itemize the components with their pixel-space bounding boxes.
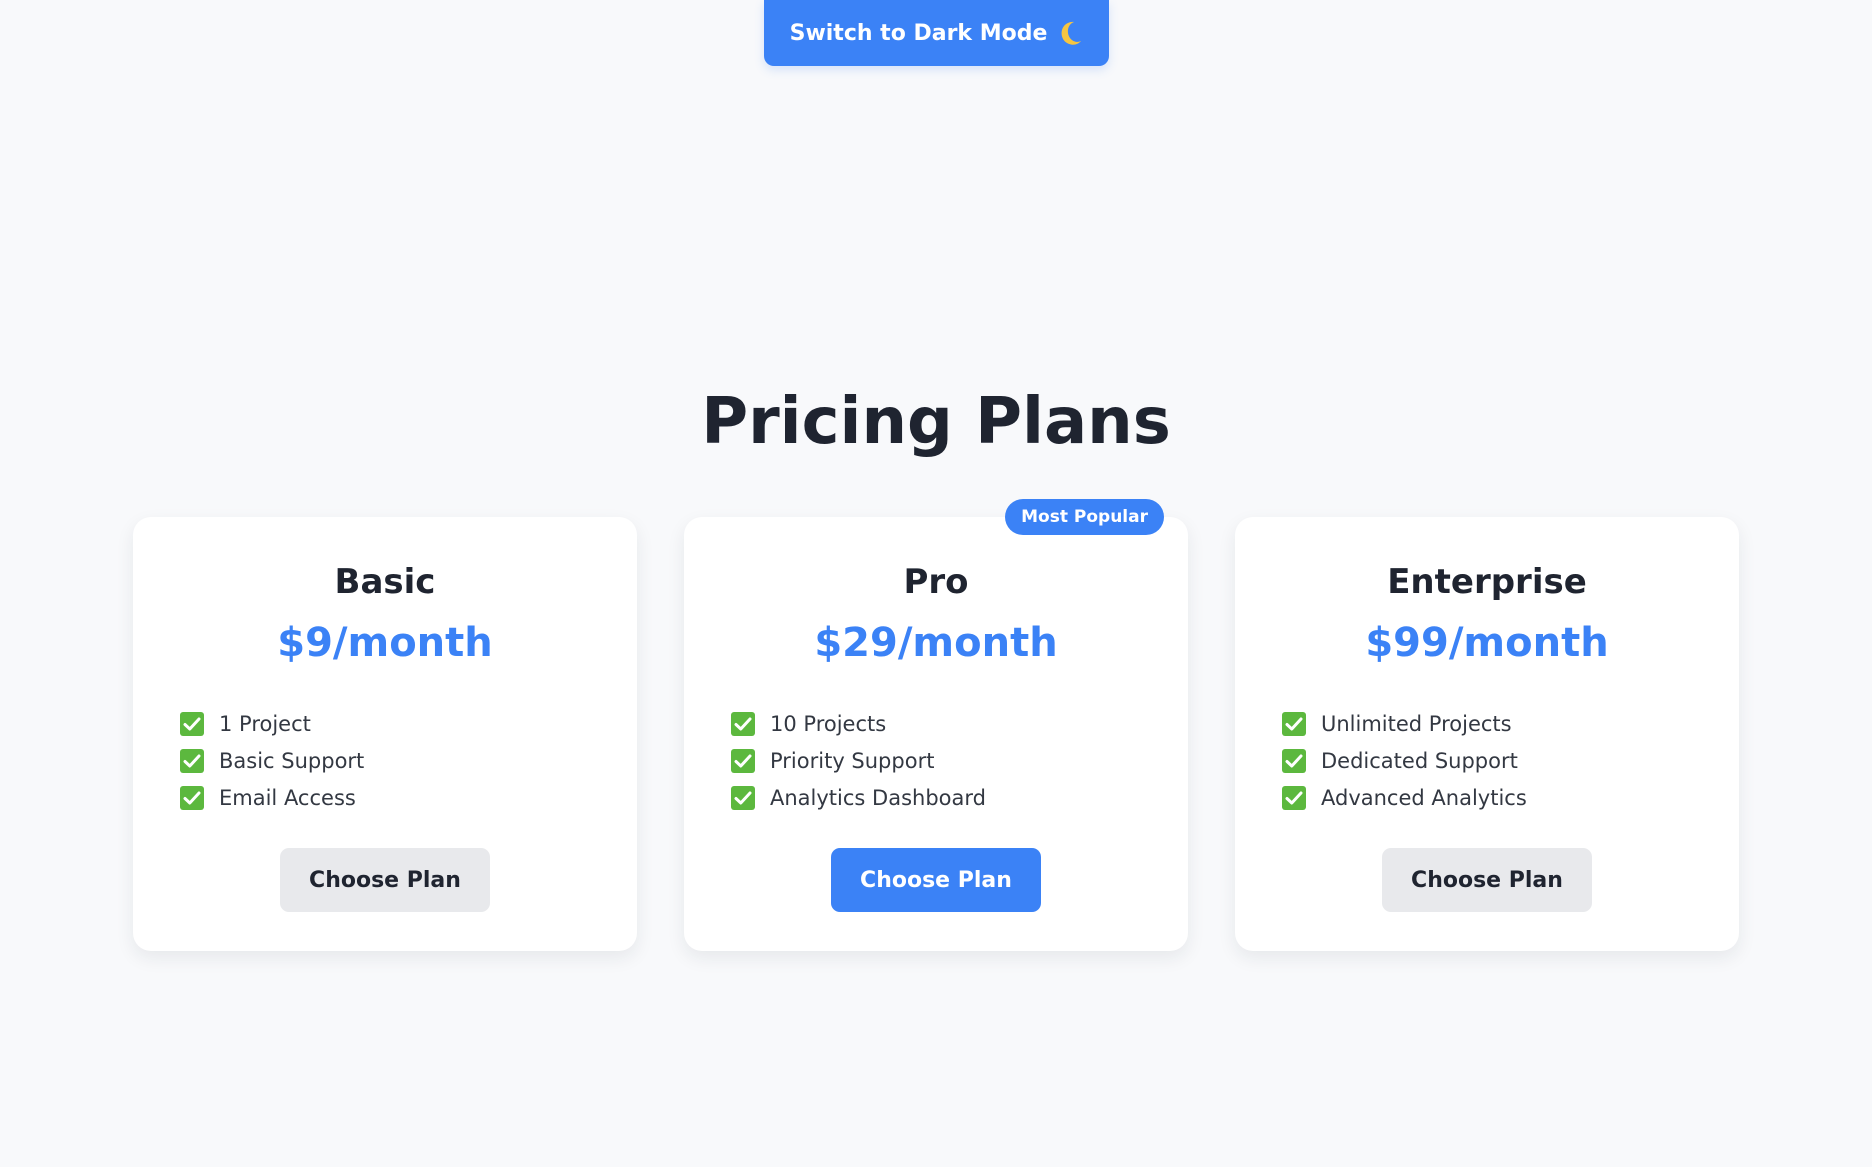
plan-name: Enterprise	[1387, 562, 1587, 602]
feature-list: 10 Projects Priority Support Analytics D…	[731, 705, 1188, 816]
check-icon	[731, 748, 755, 773]
choose-plan-button-basic[interactable]: Choose Plan	[280, 848, 490, 912]
page-title: Pricing Plans	[701, 385, 1171, 459]
feature-item: 10 Projects	[731, 705, 1188, 742]
check-icon	[731, 711, 755, 736]
feature-label: 10 Projects	[770, 711, 887, 736]
plan-card-basic: Basic $9/month 1 Project Basic Support E…	[133, 517, 637, 951]
dark-mode-toggle-button[interactable]: Switch to Dark Mode	[764, 0, 1109, 66]
feature-list: Unlimited Projects Dedicated Support Adv…	[1282, 705, 1739, 816]
feature-item: Basic Support	[180, 742, 637, 779]
check-icon	[180, 785, 204, 810]
feature-label: Basic Support	[219, 748, 365, 773]
feature-label: Priority Support	[770, 748, 935, 773]
feature-label: Analytics Dashboard	[770, 785, 986, 810]
choose-plan-button-pro[interactable]: Choose Plan	[831, 848, 1041, 912]
feature-item: 1 Project	[180, 705, 637, 742]
feature-list: 1 Project Basic Support Email Access	[180, 705, 637, 816]
plan-card-pro: Most Popular Pro $29/month 10 Projects P…	[684, 499, 1188, 951]
feature-label: 1 Project	[219, 711, 311, 736]
check-icon	[1282, 711, 1306, 736]
plan-price: $9/month	[277, 620, 493, 666]
most-popular-badge: Most Popular	[1005, 499, 1164, 535]
feature-label: Advanced Analytics	[1321, 785, 1527, 810]
plan-name: Pro	[903, 562, 969, 602]
plan-price: $29/month	[814, 620, 1058, 666]
feature-item: Analytics Dashboard	[731, 779, 1188, 816]
feature-item: Unlimited Projects	[1282, 705, 1739, 742]
feature-label: Unlimited Projects	[1321, 711, 1512, 736]
feature-item: Priority Support	[731, 742, 1188, 779]
check-icon	[180, 711, 204, 736]
plan-name: Basic	[334, 562, 436, 602]
feature-item: Dedicated Support	[1282, 742, 1739, 779]
feature-label: Dedicated Support	[1321, 748, 1518, 773]
choose-plan-button-enterprise[interactable]: Choose Plan	[1382, 848, 1592, 912]
feature-item: Advanced Analytics	[1282, 779, 1739, 816]
pricing-cards: Basic $9/month 1 Project Basic Support E…	[133, 499, 1739, 951]
feature-label: Email Access	[219, 785, 356, 810]
check-icon	[1282, 748, 1306, 773]
plan-price: $99/month	[1365, 620, 1609, 666]
check-icon	[1282, 785, 1306, 810]
check-icon	[180, 748, 204, 773]
feature-item: Email Access	[180, 779, 637, 816]
check-icon	[731, 785, 755, 810]
dark-mode-toggle-label: Switch to Dark Mode	[789, 20, 1048, 46]
moon-icon	[1057, 20, 1083, 46]
plan-card-enterprise: Enterprise $99/month Unlimited Projects …	[1235, 517, 1739, 951]
